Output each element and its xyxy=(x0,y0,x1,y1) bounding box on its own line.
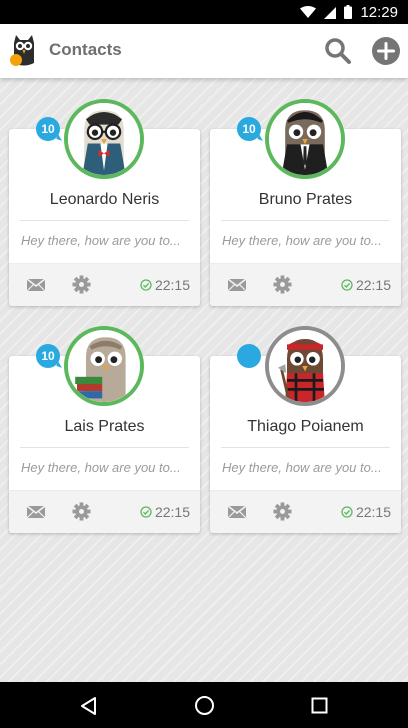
avatar[interactable] xyxy=(64,99,144,179)
gear-icon[interactable] xyxy=(273,502,292,521)
mail-icon[interactable] xyxy=(227,277,247,293)
last-message: Hey there, how are you to... xyxy=(21,233,181,248)
search-icon[interactable] xyxy=(324,37,352,65)
check-circle-icon xyxy=(341,506,353,518)
owl-glasses-bowtie-icon xyxy=(68,103,140,175)
unread-badge xyxy=(237,344,261,368)
mail-icon[interactable] xyxy=(26,277,46,293)
time-label: 22:15 xyxy=(154,504,190,520)
owl-books-icon xyxy=(68,330,140,402)
owl-lumberjack-icon xyxy=(269,330,341,402)
status-time: 12:29 xyxy=(360,3,398,21)
contact-name: Lais Prates xyxy=(64,418,145,435)
unread-badge: 10 xyxy=(237,117,261,141)
add-contact-icon[interactable] xyxy=(371,36,401,66)
card-footer: 22:15 xyxy=(210,490,401,533)
gear-icon[interactable] xyxy=(273,275,292,294)
contact-name: Thiago Poianem xyxy=(247,418,364,435)
avatar[interactable] xyxy=(265,99,345,179)
gear-icon[interactable] xyxy=(72,275,91,294)
last-message: Hey there, how are you to... xyxy=(222,460,382,475)
card-footer: 22:15 xyxy=(9,263,200,306)
avatar[interactable] xyxy=(265,326,345,406)
gear-icon[interactable] xyxy=(72,502,91,521)
mail-icon[interactable] xyxy=(227,504,247,520)
unread-badge: 10 xyxy=(36,344,60,368)
check-circle-icon xyxy=(140,279,152,291)
wifi-icon xyxy=(300,5,317,18)
back-icon[interactable] xyxy=(79,696,99,716)
divider xyxy=(20,220,189,221)
check-circle-icon xyxy=(341,279,353,291)
recent-apps-icon[interactable] xyxy=(311,697,328,714)
message-time: 22:15 xyxy=(140,504,190,520)
time-label: 22:15 xyxy=(355,504,391,520)
check-circle-icon xyxy=(140,506,152,518)
home-icon[interactable] xyxy=(194,695,215,716)
divider xyxy=(221,447,390,448)
app-bar: Contacts xyxy=(0,24,408,78)
mail-icon[interactable] xyxy=(26,504,46,520)
battery-icon xyxy=(344,5,353,19)
owl-logo-icon xyxy=(10,35,34,66)
status-bar: 12:29 xyxy=(0,0,408,24)
unread-badge: 10 xyxy=(36,117,60,141)
contact-name: Leonardo Neris xyxy=(49,191,160,208)
card-footer: 22:15 xyxy=(9,490,200,533)
contact-name: Bruno Prates xyxy=(258,191,353,208)
navigation-bar xyxy=(0,682,408,728)
contacts-grid: Leonardo Neris Hey there, how are you to… xyxy=(0,78,408,682)
owl-suit-icon xyxy=(269,103,341,175)
message-time: 22:15 xyxy=(140,277,190,293)
card-footer: 22:15 xyxy=(210,263,401,306)
message-time: 22:15 xyxy=(341,277,391,293)
time-label: 22:15 xyxy=(355,277,391,293)
time-label: 22:15 xyxy=(154,277,190,293)
page-title: Contacts xyxy=(49,40,122,59)
message-time: 22:15 xyxy=(341,504,391,520)
avatar[interactable] xyxy=(64,326,144,406)
cellular-signal-icon xyxy=(324,6,337,19)
divider xyxy=(221,220,390,221)
last-message: Hey there, how are you to... xyxy=(21,460,181,475)
divider xyxy=(20,447,189,448)
last-message: Hey there, how are you to... xyxy=(222,233,382,248)
